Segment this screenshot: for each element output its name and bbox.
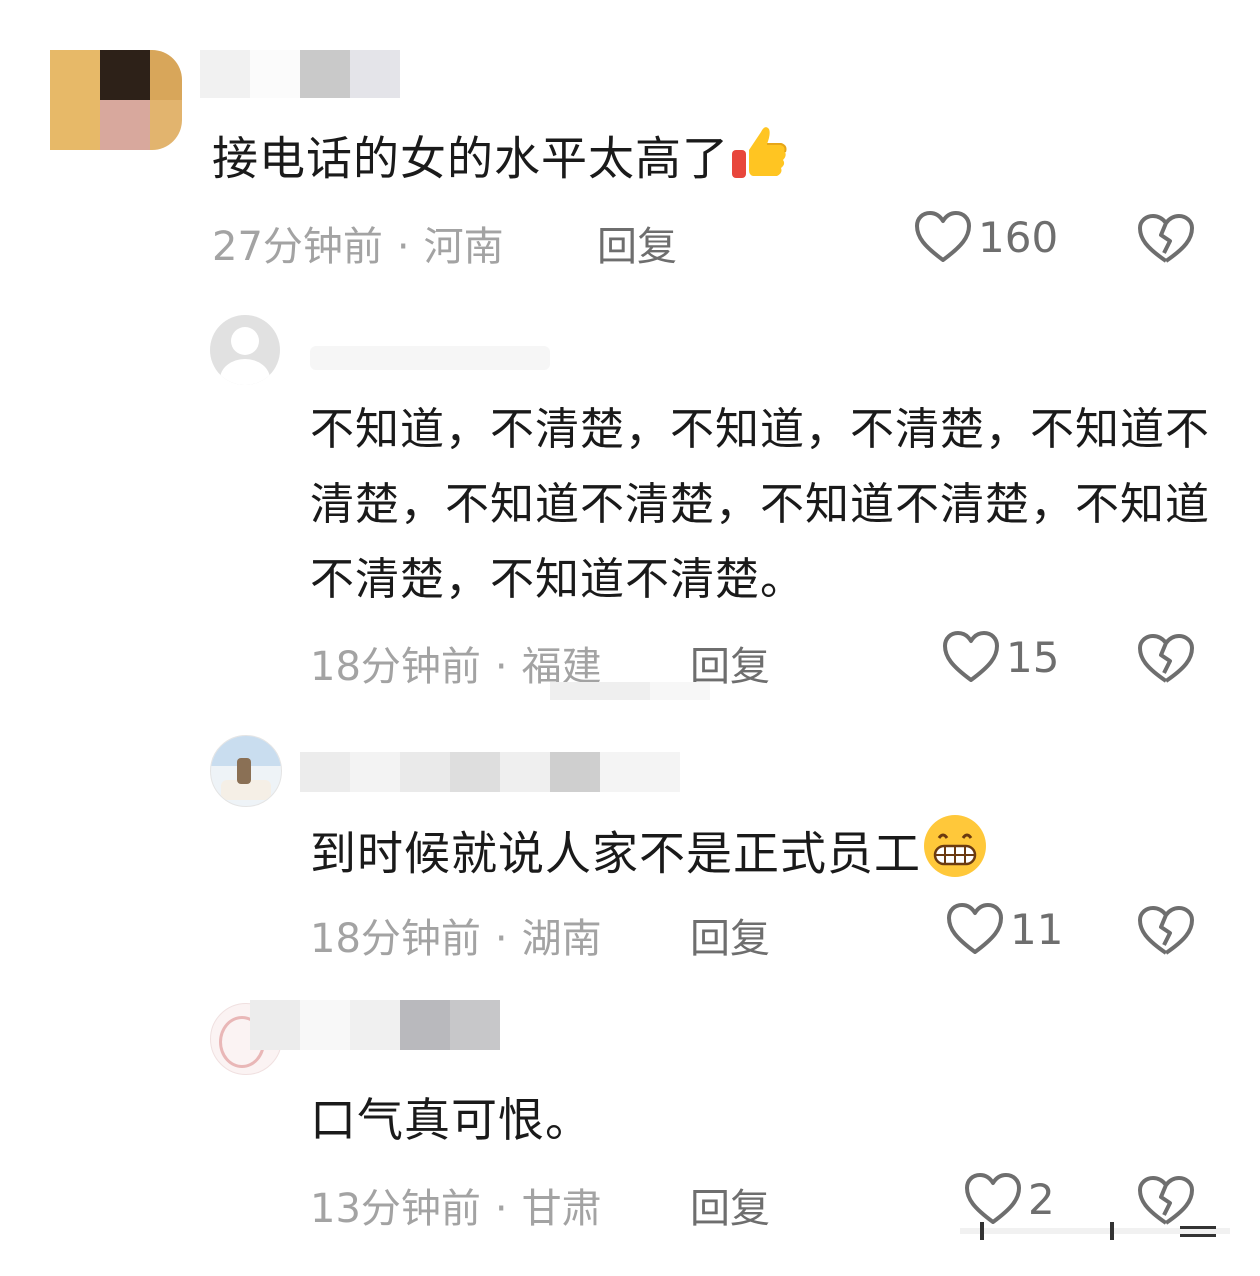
like-count: 2 [1028,1174,1055,1224]
comment-meta: 18分钟前 · 湖南 [310,906,602,964]
username-blurred[interactable] [310,340,550,374]
like-button[interactable]: 160 [914,210,1058,264]
avatar[interactable] [50,50,182,150]
like-count: 11 [1010,904,1064,954]
comment-meta: 13分钟前 · 甘肃 [310,1176,602,1234]
thumbs-up-emoji [729,120,791,204]
heart-icon [915,211,971,262]
comment-text: 接电话的女的水平太高了 [212,120,791,204]
comment-region: 甘肃 [521,1186,602,1232]
separator-dot: · [494,1186,508,1232]
username-blurred[interactable] [200,50,400,98]
separator-dot: · [494,916,508,962]
watermark-strip [960,1222,1230,1240]
heart-icon [947,903,1003,954]
like-button[interactable]: 2 [964,1172,1055,1226]
reply-button[interactable]: 回复 [597,214,677,272]
comment-time: 27分钟前 [212,224,383,270]
like-button[interactable]: 15 [942,630,1059,684]
comment-region: 湖南 [521,916,602,962]
broken-heart-icon [1138,634,1194,683]
comment-time: 13分钟前 [310,1186,481,1232]
dislike-button[interactable] [1137,213,1195,269]
username-blurred[interactable] [250,1000,500,1050]
reply-button[interactable]: 回复 [690,906,770,964]
comment-text: 不知道，不清楚，不知道，不清楚，不知道不清楚，不知道不清楚，不知道不清楚，不知道… [310,404,1210,605]
grinning-face-emoji [921,812,989,902]
broken-heart-icon [1138,214,1194,263]
comment-meta: 27分钟前 · 河南 [212,214,504,272]
heart-icon [943,631,999,682]
comment-time: 18分钟前 [310,644,481,690]
comment-region: 河南 [423,224,504,270]
username-blurred[interactable] [300,752,680,792]
blur-patch [550,682,710,700]
avatar[interactable] [210,735,282,807]
like-count: 160 [978,212,1059,262]
heart-icon [965,1173,1021,1224]
default-avatar-icon[interactable] [210,315,280,385]
like-button[interactable]: 11 [946,902,1063,956]
broken-heart-icon [1138,1176,1194,1225]
like-count: 15 [1006,632,1060,682]
comment-time: 18分钟前 [310,916,481,962]
comment-text: 到时候就说人家不是正式员工 [310,812,989,902]
separator-dot: · [494,644,508,690]
separator-dot: · [396,224,410,270]
comment-text: 口气真可恨。 [310,1093,592,1147]
broken-heart-icon [1138,906,1194,955]
dislike-button[interactable] [1137,633,1195,689]
reply-button[interactable]: 回复 [690,1176,770,1234]
dislike-button[interactable] [1137,905,1195,961]
